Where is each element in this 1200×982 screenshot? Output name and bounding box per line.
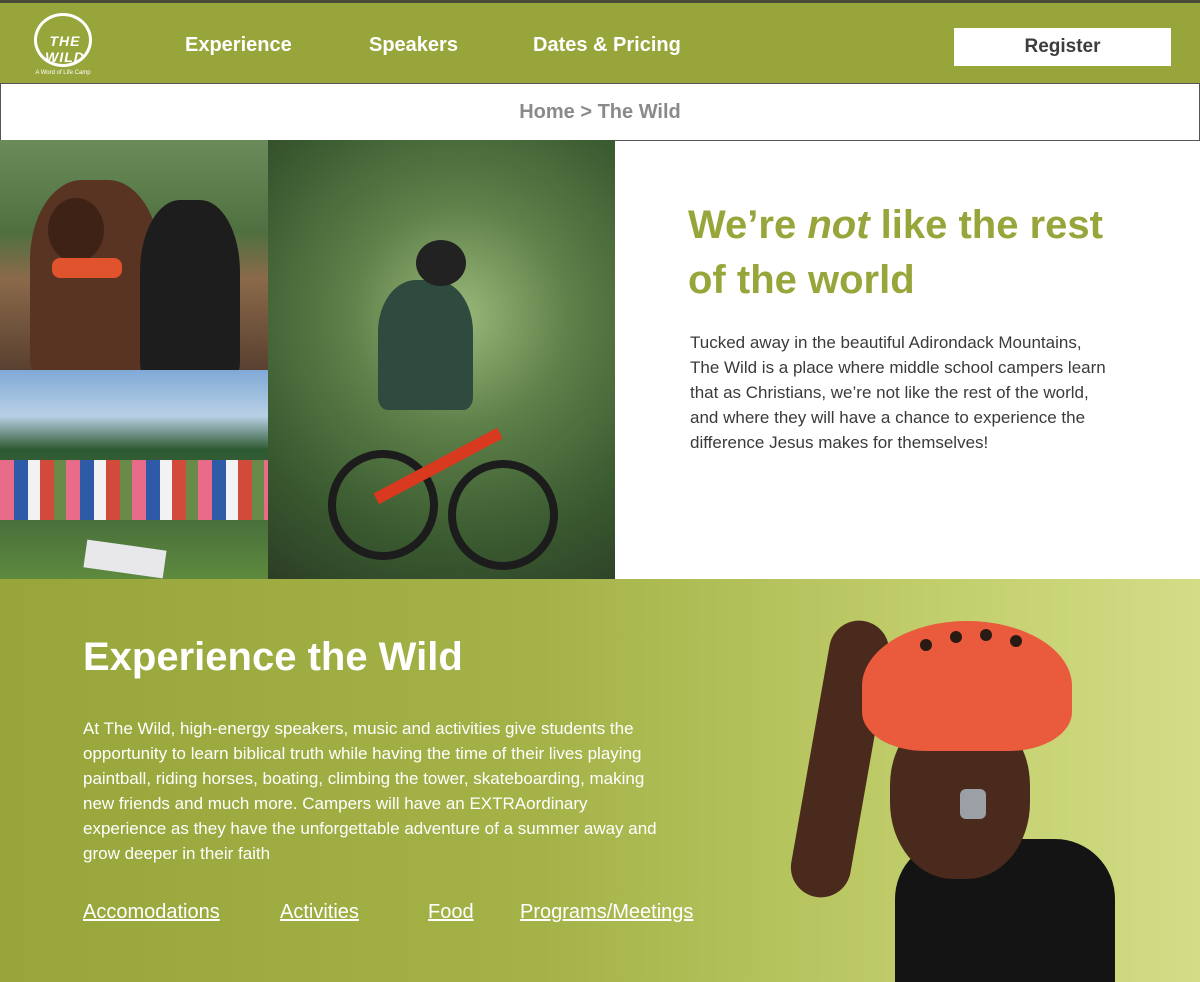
link-food[interactable]: Food [428, 901, 474, 924]
nav-experience[interactable]: Experience [185, 34, 292, 57]
campers-photo [0, 140, 268, 370]
experience-title: Experience the Wild [83, 635, 463, 679]
link-activities[interactable]: Activities [280, 901, 359, 924]
experience-section: Experience the Wild At The Wild, high-en… [0, 579, 1200, 982]
site-header: THE WILD A Word of Life Camp Experience … [0, 0, 1200, 83]
camp-logo[interactable]: THE WILD A Word of Life Camp [30, 11, 96, 77]
breadcrumb[interactable]: Home > The Wild [0, 83, 1200, 141]
link-programs-meetings[interactable]: Programs/Meetings [520, 901, 693, 924]
logo-text: THE WILD [45, 33, 85, 65]
logo-tagline: A Word of Life Camp [35, 70, 91, 76]
helmet-camper-photo [786, 599, 1120, 982]
mountain-biker-photo [268, 140, 615, 579]
intro-title-part1: We’re [688, 203, 808, 247]
link-accomodations[interactable]: Accomodations [83, 901, 220, 924]
nav-dates-pricing[interactable]: Dates & Pricing [533, 34, 681, 57]
intro-title-emphasis: not [807, 203, 870, 247]
group-photo [0, 370, 268, 579]
intro-body: Tucked away in the beautiful Adirondack … [690, 333, 1106, 452]
register-button[interactable]: Register [954, 28, 1171, 66]
nav-speakers[interactable]: Speakers [369, 34, 458, 57]
experience-body: At The Wild, high-energy speakers, music… [83, 719, 657, 863]
intro-title: We’re not like the rest of the world [688, 198, 1108, 308]
